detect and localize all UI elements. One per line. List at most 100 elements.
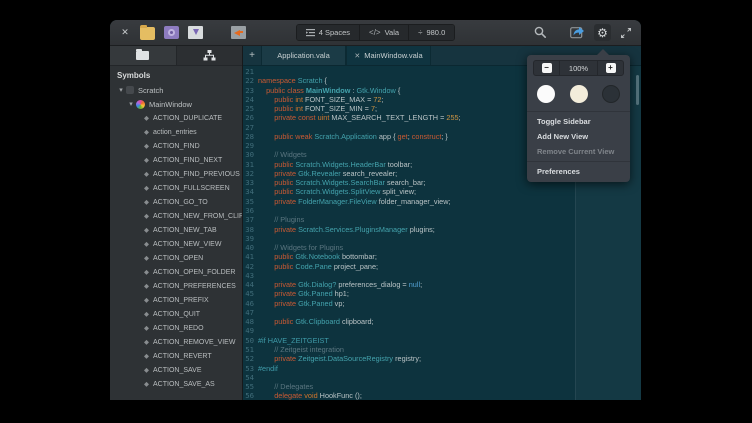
- expander-icon[interactable]: ▾: [126, 100, 136, 108]
- tree-item-class[interactable]: ▾ MainWindow: [110, 97, 242, 111]
- tab-label: Application.vala: [277, 51, 330, 60]
- symbol-item[interactable]: ◆ACTION_FIND_NEXT: [110, 153, 242, 167]
- symbol-item[interactable]: ◆ACTION_FULLSCREEN: [110, 181, 242, 195]
- style-scheme-sepia[interactable]: [570, 85, 588, 103]
- sidebar-tab-symbols[interactable]: [177, 46, 243, 65]
- code-text: private FolderManager.FileView folder_ma…: [258, 197, 451, 206]
- symbol-label: ACTION_FIND_NEXT: [153, 157, 222, 164]
- symbol-label: ACTION_PREFIX: [153, 297, 209, 304]
- code-text: private Gtk.Revealer search_revealer;: [258, 169, 397, 178]
- symbol-item[interactable]: ◆ACTION_OPEN: [110, 251, 242, 265]
- menu-item-toggle-sidebar[interactable]: Toggle Sidebar: [527, 114, 630, 129]
- symbol-diamond-icon: ◆: [144, 198, 149, 206]
- symbol-item[interactable]: ◆ACTION_REVERT: [110, 349, 242, 363]
- sidebar-tab-files[interactable]: [110, 46, 177, 65]
- search-icon[interactable]: [534, 26, 547, 39]
- symbol-diamond-icon: ◆: [144, 338, 149, 346]
- tree-item-namespace[interactable]: ▾ Scratch: [110, 83, 242, 97]
- templates-icon[interactable]: [164, 26, 179, 39]
- expander-icon[interactable]: ▾: [116, 86, 126, 94]
- line-number: 32: [243, 169, 258, 178]
- zoom-in-button[interactable]: +: [597, 61, 623, 75]
- symbol-diamond-icon: ◆: [144, 254, 149, 262]
- window-close-button[interactable]: ✕: [119, 27, 131, 38]
- menu-item-preferences[interactable]: Preferences: [527, 164, 630, 179]
- symbol-diamond-icon: ◆: [144, 142, 149, 150]
- symbol-item[interactable]: ◆ ACTION_SAVE_AS: [110, 377, 242, 391]
- tab-Application.vala[interactable]: Application.vala: [261, 46, 346, 65]
- minus-icon: −: [542, 63, 552, 73]
- popover-separator: [527, 161, 630, 162]
- editor-scrollbar[interactable]: [636, 75, 639, 105]
- code-text: public Scratch.Widgets.SearchBar search_…: [258, 178, 426, 187]
- symbol-item[interactable]: ◆ACTION_SAVE: [110, 363, 242, 377]
- code-text: // Delegates: [258, 382, 313, 391]
- symbol-item[interactable]: ◆ ACTION_PREFIX: [110, 293, 242, 307]
- symbol-diamond-icon: ◆: [144, 268, 149, 276]
- files-panel-icon: [136, 51, 149, 60]
- symbol-item[interactable]: ◆ACTION_OPEN_FOLDER: [110, 265, 242, 279]
- symbol-diamond-icon: ◆: [144, 380, 149, 388]
- style-scheme-dark[interactable]: [602, 85, 620, 103]
- symbol-item[interactable]: ◆ACTION_QUIT: [110, 307, 242, 321]
- symbol-item[interactable]: ◆ACTION_GO_TO: [110, 195, 242, 209]
- symbol-item[interactable]: ◆ACTION_REMOVE_VIEW: [110, 335, 242, 349]
- open-document-icon[interactable]: [188, 26, 203, 39]
- symbol-item[interactable]: ◆ACTION_NEW_VIEW: [110, 237, 242, 251]
- symbol-item[interactable]: ◆ACTION_REDO: [110, 321, 242, 335]
- line-number: 22: [243, 76, 258, 85]
- code-text: public Scratch.Widgets.HeaderBar toolbar…: [258, 160, 412, 169]
- line-number: 23: [243, 86, 258, 95]
- new-tab-button[interactable]: +: [243, 46, 261, 65]
- share-icon[interactable]: [570, 26, 585, 39]
- settings-gear-icon[interactable]: ⚙: [594, 24, 611, 41]
- tree-label: MainWindow: [149, 100, 192, 109]
- zoom-out-button[interactable]: −: [534, 61, 560, 75]
- line-number: 44: [243, 280, 258, 289]
- symbol-item[interactable]: ◆ACTION_FIND_PREVIOUS: [110, 167, 242, 181]
- indent-width-button[interactable]: 4 Spaces: [297, 25, 360, 40]
- code-text: private Gtk.Dialog? preferences_dialog =…: [258, 280, 422, 289]
- code-tag-icon: </>: [369, 28, 381, 37]
- symbol-item[interactable]: ◆ACTION_DUPLICATE: [110, 111, 242, 125]
- code-line: 53#endif: [243, 364, 641, 373]
- line-number: 54: [243, 373, 258, 382]
- line-number: 27: [243, 123, 258, 132]
- tab-close-icon[interactable]: ✕: [354, 52, 360, 60]
- line-number: 40: [243, 243, 258, 252]
- code-text: private Scratch.Services.PluginsManager …: [258, 225, 435, 234]
- language-button[interactable]: </> Vala: [360, 25, 409, 40]
- line-number: 42: [243, 262, 258, 271]
- code-line: 36: [243, 206, 641, 215]
- symbol-item[interactable]: ◆ACTION_NEW_TAB: [110, 223, 242, 237]
- settings-popover: − 100% + Toggle SidebarAdd New ViewRemov…: [527, 55, 630, 182]
- indent-icon: [306, 29, 315, 37]
- line-number: 34: [243, 187, 258, 196]
- line-number: 39: [243, 234, 258, 243]
- symbol-item[interactable]: ◆action_entries: [110, 125, 242, 139]
- line-number: 33: [243, 178, 258, 187]
- menu-item-remove-current-view: Remove Current View: [527, 144, 630, 159]
- code-line: 40 // Widgets for Plugins: [243, 243, 641, 252]
- menu-item-add-new-view[interactable]: Add New View: [527, 129, 630, 144]
- popover-separator: [527, 111, 630, 112]
- style-scheme-light[interactable]: [537, 85, 555, 103]
- code-line: 42 public Code.Pane project_pane;: [243, 262, 641, 271]
- symbol-item[interactable]: ◆ACTION_FIND: [110, 139, 242, 153]
- symbol-diamond-icon: ◆: [144, 296, 149, 304]
- tab-MainWindow.vala[interactable]: ✕MainWindow.vala: [346, 46, 431, 65]
- symbol-label: ACTION_NEW_FROM_CLIPBOARD: [153, 213, 242, 220]
- code-text: #endif: [258, 364, 278, 373]
- goto-line-button[interactable]: ÷ 980.0: [409, 25, 454, 40]
- fullscreen-icon[interactable]: [620, 27, 632, 39]
- code-text: public int FONT_SIZE_MAX = 72;: [258, 95, 384, 104]
- symbol-item[interactable]: ◆ACTION_NEW_FROM_CLIPBOARD: [110, 209, 242, 223]
- line-number: 46: [243, 299, 258, 308]
- save-as-icon[interactable]: [231, 26, 246, 39]
- line-number: 30: [243, 150, 258, 159]
- code-line: 46 private Gtk.Paned vp;: [243, 299, 641, 308]
- symbol-item[interactable]: ◆ACTION_PREFERENCES: [110, 279, 242, 293]
- open-file-icon[interactable]: [140, 27, 155, 40]
- code-line: 34 public Scratch.Widgets.SplitView spli…: [243, 187, 641, 196]
- symbol-label: ACTION_SAVE_AS: [153, 381, 215, 388]
